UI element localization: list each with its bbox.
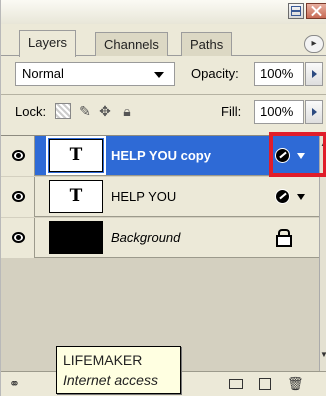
tab-layers[interactable]: Layers [19,30,77,57]
chevron-down-icon[interactable] [297,194,305,200]
eye-icon [12,150,25,161]
eye-icon [12,232,25,243]
highlight-annotation [269,132,326,177]
layer-name: HELP YOU copy [111,148,211,163]
panel-titlebar [1,0,326,24]
blend-row: Normal Opacity: 100% [1,60,326,90]
lock-position-icon[interactable]: ✥ [97,103,113,119]
tab-paths[interactable]: Paths [181,32,233,56]
layer-name: HELP YOU [111,189,177,204]
divider [1,94,326,95]
fill-label: Fill: [221,104,242,119]
link-layers-icon[interactable]: ⚭ [9,377,20,391]
visibility-toggle[interactable] [1,218,35,258]
visibility-toggle[interactable] [1,177,35,217]
eye-icon [12,191,25,202]
layer-thumbnail: T [49,180,103,213]
layer-effects-icon[interactable] [275,189,290,204]
opacity-label: Opacity: [191,66,239,81]
panel-menu-icon[interactable]: ▸ [304,35,324,53]
layers-panel: Channels Paths Layers ▸ Normal Opacity: … [0,0,326,396]
trash-icon[interactable]: 🗑︎ [287,377,304,391]
close-icon[interactable] [306,3,326,19]
chevron-down-icon [154,72,164,78]
blend-mode-select[interactable]: Normal [15,62,175,86]
layer-thumbnail [49,221,103,254]
lock-row: Lock: ✎ ✥ 🔒︎ Fill: 100% [1,98,326,128]
tooltip-title: LIFEMAKER [63,352,143,368]
layer-name: Background [111,230,181,245]
visibility-toggle[interactable] [1,136,35,176]
layer-thumbnail: T [46,136,106,175]
opacity-input[interactable]: 100% [254,62,304,86]
fill-slider-button[interactable] [305,100,323,124]
scroll-down-icon[interactable]: ▼ [320,350,326,359]
fill-input[interactable]: 100% [254,100,304,124]
minimize-icon[interactable] [288,3,304,19]
lock-transparency-icon[interactable] [55,103,71,119]
layer-row[interactable]: Background [1,218,319,258]
tooltip: LIFEMAKER Internet access [56,346,181,394]
lock-all-icon[interactable]: 🔒︎ [119,103,135,119]
new-group-icon[interactable] [229,379,243,389]
tab-channels[interactable]: Channels [95,32,168,56]
tooltip-subtitle: Internet access [63,372,158,388]
lock-pixels-icon[interactable]: ✎ [77,103,93,119]
new-layer-icon[interactable] [259,378,271,390]
opacity-slider-button[interactable] [305,62,323,86]
panel-tabs: Channels Paths Layers ▸ [1,26,326,57]
blend-mode-value: Normal [22,66,64,81]
layer-row[interactable]: T HELP YOU [1,177,319,217]
lock-label: Lock: [15,104,47,119]
lock-icon [276,229,292,247]
